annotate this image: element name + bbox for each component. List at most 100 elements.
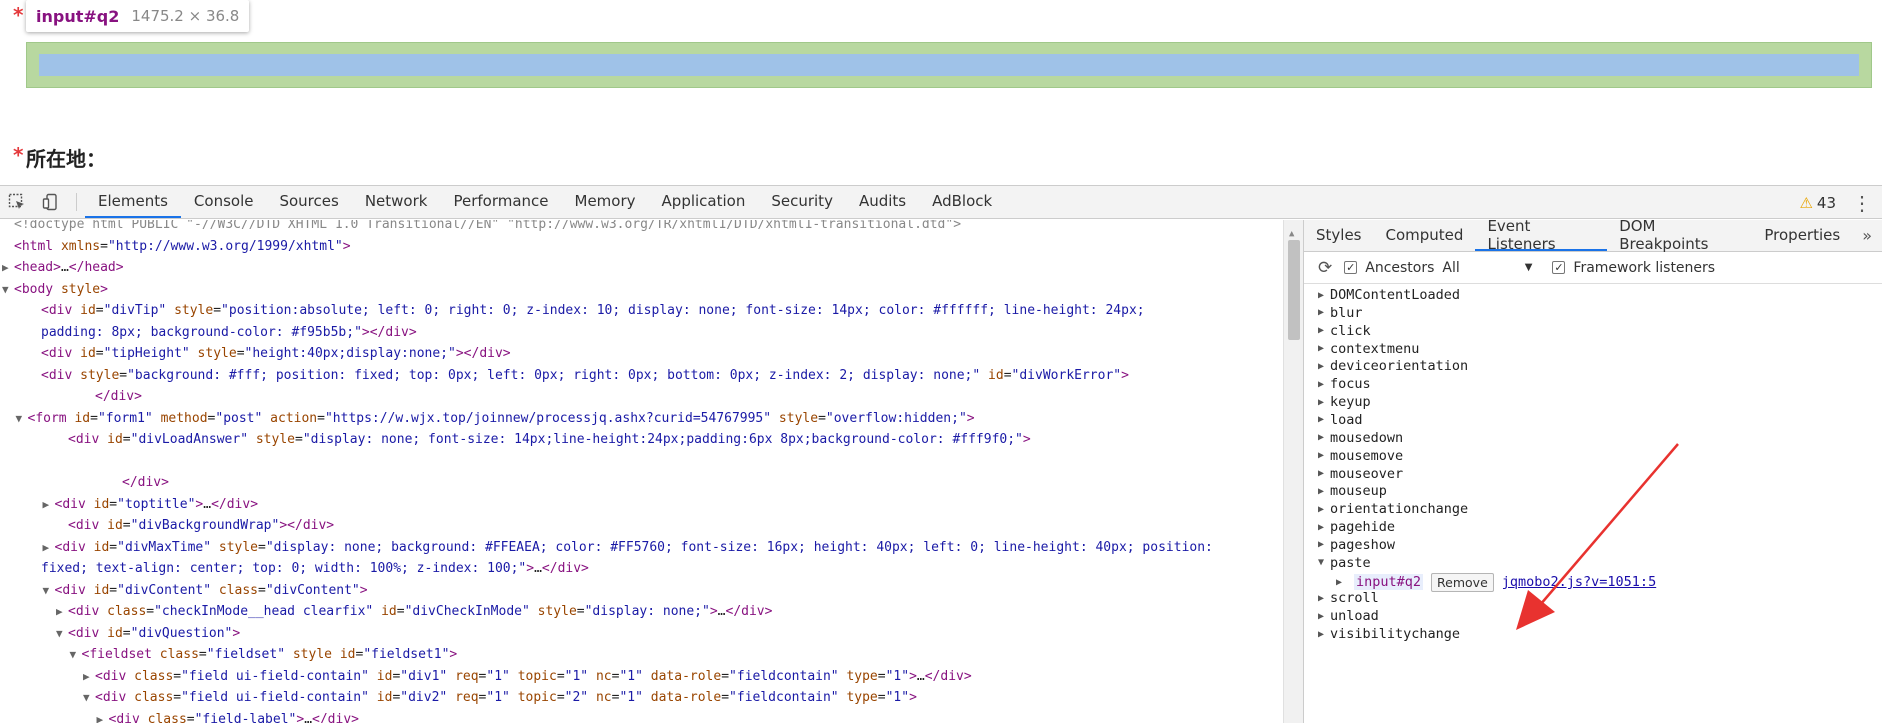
event-mouseup[interactable]: ▶ mouseup xyxy=(1318,483,1387,499)
expand-triangle-icon[interactable]: ▶ xyxy=(2,257,14,279)
paste-listener-entry[interactable]: ▶ input#q2 Remove jqmobo2.js?v=1051:5 xyxy=(1336,572,1656,592)
tab-network[interactable]: Network xyxy=(352,186,441,218)
sidebar-tab-styles[interactable]: Styles xyxy=(1304,220,1374,251)
dom-node-line[interactable]: </div> xyxy=(95,386,142,408)
tab-console[interactable]: Console xyxy=(181,186,267,218)
dom-node-line[interactable]: <div id="divLoadAnswer" style="display: … xyxy=(68,429,1031,451)
event-visibilitychange[interactable]: ▶ visibilitychange xyxy=(1318,626,1460,642)
elements-scrollbar[interactable]: ▲ xyxy=(1283,220,1303,723)
expand-triangle-icon[interactable]: ▶ xyxy=(56,601,68,623)
tab-audits[interactable]: Audits xyxy=(846,186,919,218)
dom-node-line[interactable]: <div id="divBackgroundWrap"></div> xyxy=(68,515,334,537)
device-toolbar-icon[interactable] xyxy=(34,186,68,218)
expand-triangle-icon[interactable]: ▶ xyxy=(1318,343,1330,354)
expand-triangle-icon[interactable]: ▶ xyxy=(1318,522,1330,533)
expand-triangle-icon[interactable]: ▶ xyxy=(1318,611,1330,622)
expand-triangle-icon[interactable]: ▶ xyxy=(1318,539,1330,550)
sidebar-tab-dom-breakpoints[interactable]: DOM Breakpoints xyxy=(1607,217,1752,253)
expand-triangle-icon[interactable]: ▶ xyxy=(1318,414,1330,425)
warnings-indicator[interactable]: ⚠ 43 xyxy=(1799,186,1836,219)
event-pageshow[interactable]: ▶ pageshow xyxy=(1318,537,1395,553)
event-paste[interactable]: ▼ paste xyxy=(1318,555,1371,571)
event-scroll[interactable]: ▶ scroll xyxy=(1318,590,1379,606)
expand-triangle-icon[interactable]: ▶ xyxy=(1318,307,1330,318)
dom-node-line[interactable]: ▼ <div id="divContent" class="divContent"… xyxy=(43,580,368,602)
expand-triangle-icon[interactable]: ▼ xyxy=(43,580,55,602)
dom-node-line[interactable]: <div id="tipHeight" style="height:40px;d… xyxy=(41,343,511,365)
dom-node-line[interactable]: ▼ <div class="field ui-field-contain" id=… xyxy=(83,687,917,709)
event-domcontentloaded[interactable]: ▶ DOMContentLoaded xyxy=(1318,287,1460,303)
expand-triangle-icon[interactable]: ▶ xyxy=(83,666,95,688)
expand-triangle-icon[interactable]: ▶ xyxy=(1318,504,1330,515)
dom-node-line[interactable]: <div id="divTip" style="position:absolut… xyxy=(41,300,1145,322)
tab-application[interactable]: Application xyxy=(649,186,759,218)
event-unload[interactable]: ▶ unload xyxy=(1318,608,1379,624)
input-q2-highlight[interactable] xyxy=(26,42,1872,88)
expand-triangle-icon[interactable]: ▶ xyxy=(1318,629,1330,640)
expand-triangle-icon[interactable]: ▼ xyxy=(56,623,68,645)
expand-triangle-icon[interactable]: ▶ xyxy=(1318,397,1330,408)
event-keyup[interactable]: ▶ keyup xyxy=(1318,394,1371,410)
expand-triangle-icon[interactable]: ▼ xyxy=(83,687,95,709)
remove-listener-button[interactable]: Remove xyxy=(1431,572,1494,592)
dom-node-line[interactable]: <div style="background: #fff; position: … xyxy=(41,365,1129,387)
expand-triangle-icon[interactable]: ▶ xyxy=(1318,432,1330,443)
expand-triangle-icon[interactable]: ▶ xyxy=(1318,468,1330,479)
tab-memory[interactable]: Memory xyxy=(562,186,649,218)
dom-node-line[interactable]: ▼ <form id="form1" method="post" action="… xyxy=(16,408,975,430)
listener-source-link[interactable]: jqmobo2.js?v=1051:5 xyxy=(1502,574,1656,590)
inspect-element-icon[interactable] xyxy=(0,186,34,218)
event-pagehide[interactable]: ▶ pagehide xyxy=(1318,519,1395,535)
more-options-icon[interactable]: ⋮ xyxy=(1850,186,1874,219)
expand-triangle-icon[interactable]: ▶ xyxy=(1318,486,1330,497)
tab-performance[interactable]: Performance xyxy=(440,186,561,218)
event-orientationchange[interactable]: ▶ orientationchange xyxy=(1318,501,1468,517)
expand-triangle-icon[interactable]: ▶ xyxy=(97,709,109,723)
dom-node-line[interactable]: ▶ <div id="divMaxTime" style="display: no… xyxy=(43,537,1213,559)
expand-triangle-icon[interactable]: ▶ xyxy=(1318,361,1330,372)
expand-triangle-icon[interactable]: ▼ xyxy=(16,408,28,430)
tab-sources[interactable]: Sources xyxy=(266,186,351,218)
dom-node-line[interactable]: ▶ <div class="field-label">…</div> xyxy=(97,709,359,723)
expand-triangle-icon[interactable]: ▶ xyxy=(43,537,55,559)
event-click[interactable]: ▶ click xyxy=(1318,323,1371,339)
dom-node-line[interactable]: ▼ <body style> xyxy=(2,279,108,301)
event-deviceorientation[interactable]: ▶ deviceorientation xyxy=(1318,358,1468,374)
event-mousemove[interactable]: ▶ mousemove xyxy=(1318,448,1403,464)
expand-triangle-icon[interactable]: ▼ xyxy=(70,644,82,666)
expand-triangle-icon[interactable]: ▶ xyxy=(1318,593,1330,604)
expand-triangle-icon[interactable]: ▶ xyxy=(1336,577,1346,588)
tab-security[interactable]: Security xyxy=(758,186,846,218)
refresh-icon[interactable]: ⟳ xyxy=(1318,258,1332,278)
dom-node-line[interactable]: <html xmlns="http://www.w3.org/1999/xhtm… xyxy=(14,236,351,258)
event-mousedown[interactable]: ▶ mousedown xyxy=(1318,430,1403,446)
sidebar-tab-computed[interactable]: Computed xyxy=(1374,220,1476,251)
event-contextmenu[interactable]: ▶ contextmenu xyxy=(1318,341,1419,357)
elements-tree[interactable]: <!doctype html PUBLIC "-//W3C//DTD XHTML… xyxy=(0,220,1303,723)
expand-triangle-icon[interactable]: ▶ xyxy=(1318,325,1330,336)
dom-node-line[interactable]: ▶ <div class="field ui-field-contain" id=… xyxy=(83,666,972,688)
ancestors-checkbox[interactable]: ✓ xyxy=(1344,261,1358,274)
expand-triangle-icon[interactable]: ▶ xyxy=(43,494,55,516)
dom-node-line[interactable]: </div> xyxy=(122,472,169,494)
event-focus[interactable]: ▶ focus xyxy=(1318,376,1371,392)
dom-node-line[interactable]: fixed; text-align: center; top: 0; width… xyxy=(41,558,589,580)
dom-node-line[interactable]: padding: 8px; background-color: #f95b5b;… xyxy=(41,322,417,344)
expand-triangle-icon[interactable]: ▶ xyxy=(1318,379,1330,390)
expand-triangle-icon[interactable]: ▼ xyxy=(1318,557,1330,568)
listener-node[interactable]: input#q2 xyxy=(1354,574,1424,591)
sidebar-tab-properties[interactable]: Properties xyxy=(1752,220,1852,251)
expand-triangle-icon[interactable]: ▶ xyxy=(1318,450,1330,461)
tab-elements[interactable]: Elements xyxy=(85,186,181,218)
scrollbar-thumb[interactable] xyxy=(1288,240,1300,340)
event-blur[interactable]: ▶ blur xyxy=(1318,305,1363,321)
tab-adblock[interactable]: AdBlock xyxy=(919,186,1005,218)
dom-node-line[interactable]: ▶ <div id="toptitle">…</div> xyxy=(43,494,259,516)
framework-listeners-checkbox[interactable]: ✓ xyxy=(1552,261,1566,274)
dom-node-line[interactable]: ▼ <div id="divQuestion"> xyxy=(56,623,240,645)
more-tabs-icon[interactable]: » xyxy=(1852,220,1882,251)
expand-triangle-icon[interactable]: ▶ xyxy=(1318,290,1330,301)
expand-triangle-icon[interactable]: ▼ xyxy=(2,279,14,301)
dom-node-line[interactable]: ▼ <fieldset class="fieldset" style id="fi… xyxy=(70,644,458,666)
dom-node-line[interactable]: ▶ <div class="checkInMode__head clearfix"… xyxy=(56,601,772,623)
